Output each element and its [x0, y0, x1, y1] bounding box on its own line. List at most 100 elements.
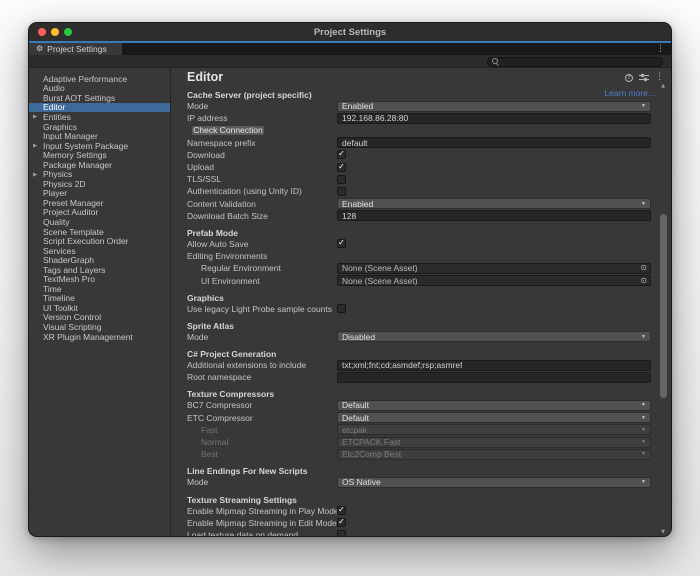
settings-row-fast: Fastetcpak▼ — [171, 424, 671, 436]
sidebar-item-preset-manager[interactable]: Preset Manager — [29, 198, 170, 208]
use-legacy-light-probe-sample-counts-checkbox[interactable] — [337, 304, 346, 313]
sidebar-item-timeline[interactable]: Timeline — [29, 294, 170, 304]
sidebar-item-physics[interactable]: ▶Physics — [29, 169, 170, 179]
settings-row-use-legacy-light-probe-sample-counts: Use legacy Light Probe sample counts — [171, 303, 671, 315]
sidebar-item-audio[interactable]: Audio — [29, 84, 170, 94]
mode-dropdown[interactable]: OS Native▼ — [337, 477, 651, 488]
check-connection-button[interactable]: Check Connection — [191, 125, 265, 137]
sidebar-item-graphics[interactable]: Graphics — [29, 122, 170, 132]
regular-environment-object-field[interactable]: None (Scene Asset)⊙ — [337, 263, 651, 274]
field-label: Enable Mipmap Streaming in Play Mode — [187, 506, 337, 516]
upload-checkbox[interactable]: ✓ — [337, 163, 346, 172]
sidebar-item-ui-toolkit[interactable]: UI Toolkit — [29, 303, 170, 313]
bc7-compressor-dropdown[interactable]: Default▼ — [337, 400, 651, 411]
field-label: Authentication (using Unity ID) — [187, 186, 337, 196]
sidebar-item-physics-2d[interactable]: Physics 2D — [29, 179, 170, 189]
mode-dropdown[interactable]: Disabled▼ — [337, 331, 651, 342]
sidebar-item-textmesh-pro[interactable]: TextMesh Pro — [29, 274, 170, 284]
download-batch-size-field[interactable]: 128 — [337, 210, 651, 221]
field-control — [337, 187, 651, 196]
object-picker-icon[interactable]: ⊙ — [640, 264, 647, 272]
sidebar-item-editor[interactable]: Editor — [29, 103, 170, 113]
editor-panel: Editor ? ⋮ Learn more... Cache Server (p… — [171, 68, 671, 537]
tls-ssl-checkbox[interactable] — [337, 175, 346, 184]
sidebar-item-version-control[interactable]: Version Control — [29, 313, 170, 323]
dropdown-value: Enabled — [342, 199, 373, 209]
sidebar-item-script-execution-order[interactable]: Script Execution Order — [29, 236, 170, 246]
settings-row-ip-address: IP address192.168.86.28:80 — [171, 112, 671, 124]
allow-auto-save-checkbox[interactable]: ✓ — [337, 239, 346, 248]
object-picker-icon[interactable]: ⊙ — [640, 277, 647, 285]
field-control: txt;xml;fnt;cd;asmdef;rsp;asmref — [337, 360, 651, 371]
search-input[interactable] — [487, 57, 663, 67]
settings-row-mode: ModeEnabled▼ — [171, 100, 671, 112]
sidebar-item-time[interactable]: Time — [29, 284, 170, 294]
search-toolbar — [29, 55, 671, 68]
section-line-endings-for-new-scripts: Line Endings For New ScriptsModeOS Nativ… — [171, 466, 671, 488]
window-title: Project Settings — [29, 27, 671, 38]
sidebar-item-label: Package Manager — [43, 160, 112, 170]
ui-environment-object-field[interactable]: None (Scene Asset)⊙ — [337, 275, 651, 286]
namespace-prefix-field[interactable]: default — [337, 137, 651, 148]
content-validation-dropdown[interactable]: Enabled ▼ — [337, 198, 651, 209]
sidebar-item-input-system-package[interactable]: ▶Input System Package — [29, 141, 170, 151]
sidebar-item-burst-aot-settings[interactable]: Burst AOT Settings — [29, 93, 170, 103]
sidebar-item-label: UI Toolkit — [43, 303, 78, 313]
sidebar-item-shadergraph[interactable]: ShaderGraph — [29, 255, 170, 265]
sidebar-item-visual-scripting[interactable]: Visual Scripting — [29, 322, 170, 332]
disclosure-arrow-icon[interactable]: ▶ — [33, 143, 37, 149]
presets-icon[interactable] — [639, 73, 649, 82]
section-title: C# Project Generation — [171, 349, 671, 359]
load-texture-data-on-demand-checkbox[interactable] — [337, 530, 346, 537]
field-label: Load texture data on demand — [187, 530, 337, 537]
sidebar-item-scene-template[interactable]: Scene Template — [29, 227, 170, 237]
sidebar-item-project-auditor[interactable]: Project Auditor — [29, 208, 170, 218]
panel-header-icons: ? ⋮ — [625, 73, 664, 82]
checkmark-icon: ✓ — [338, 506, 345, 514]
sidebar-item-input-manager[interactable]: Input Manager — [29, 131, 170, 141]
authentication-using-unity-id-checkbox[interactable] — [337, 187, 346, 196]
scroll-up-icon[interactable]: ▲ — [657, 83, 669, 89]
chevron-down-icon: ▼ — [641, 415, 646, 421]
disclosure-arrow-icon[interactable]: ▶ — [33, 172, 37, 178]
scrollbar-thumb[interactable] — [660, 214, 667, 398]
etc-compressor-dropdown[interactable]: Default▼ — [337, 412, 651, 423]
sidebar-item-label: Burst AOT Settings — [43, 93, 115, 103]
section-title: Cache Server (project specific) — [171, 90, 671, 100]
sidebar-item-xr-plugin-management[interactable]: XR Plugin Management — [29, 332, 170, 342]
panel-menu-button[interactable]: ⋮ — [655, 73, 664, 82]
sidebar-item-adaptive-performance[interactable]: Adaptive Performance — [29, 74, 170, 84]
sidebar-item-entities[interactable]: ▶Entities — [29, 112, 170, 122]
download-checkbox[interactable]: ✓ — [337, 150, 346, 159]
sidebar-item-label: Timeline — [43, 293, 75, 303]
settings-row-check-connection: Check Connection — [171, 124, 671, 136]
ip-address-field[interactable]: 192.168.86.28:80 — [337, 113, 651, 124]
enable-mipmap-streaming-in-edit-mode-checkbox[interactable]: ✓ — [337, 518, 346, 527]
tab-project-settings[interactable]: ⚙ Project Settings — [29, 43, 122, 55]
enable-mipmap-streaming-in-play-mode-checkbox[interactable]: ✓ — [337, 506, 346, 515]
field-label: BC7 Compressor — [187, 400, 337, 410]
settings-row-editing-environments: Editing Environments — [171, 250, 671, 262]
sidebar-item-player[interactable]: Player — [29, 189, 170, 199]
sidebar-item-quality[interactable]: Quality — [29, 217, 170, 227]
root-namespace-field[interactable] — [337, 372, 651, 383]
help-icon[interactable]: ? — [625, 74, 633, 82]
tab-menu-button[interactable]: ⋮ — [656, 45, 665, 54]
sidebar-item-package-manager[interactable]: Package Manager — [29, 160, 170, 170]
sidebar-item-tags-and-layers[interactable]: Tags and Layers — [29, 265, 170, 275]
sidebar-item-memory-settings[interactable]: Memory Settings — [29, 150, 170, 160]
sidebar-item-services[interactable]: Services — [29, 246, 170, 256]
dropdown-value: ETCPACK Fast — [342, 437, 400, 447]
mode-dropdown[interactable]: Enabled▼ — [337, 101, 651, 112]
settings-sidebar: Adaptive PerformanceAudioBurst AOT Setti… — [29, 68, 171, 537]
chevron-down-icon: ▼ — [641, 479, 646, 485]
chevron-down-icon: ▼ — [641, 201, 646, 207]
field-control: Enabled ▼ — [337, 198, 651, 209]
sidebar-item-label: Scene Template — [43, 227, 104, 237]
disclosure-arrow-icon[interactable]: ▶ — [33, 114, 37, 120]
field-control: default — [337, 137, 651, 148]
additional-extensions-to-include-field[interactable]: txt;xml;fnt;cd;asmdef;rsp;asmref — [337, 360, 651, 371]
field-control: 128 — [337, 210, 651, 221]
sidebar-item-label: Input Manager — [43, 131, 98, 141]
scroll-down-icon[interactable]: ▼ — [657, 529, 669, 535]
